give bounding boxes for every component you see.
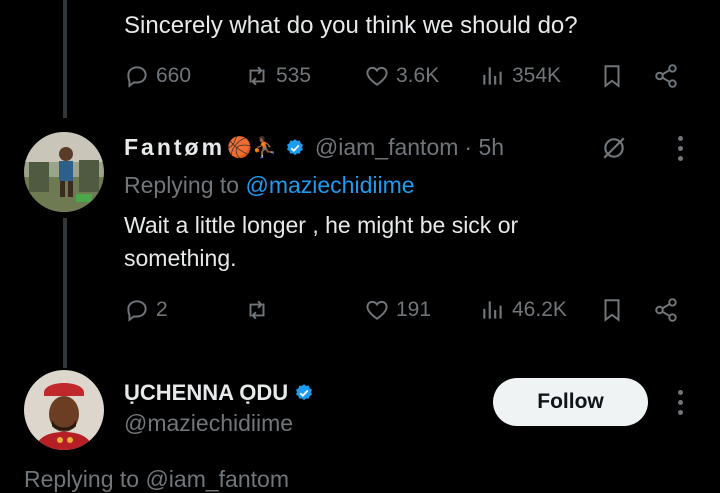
- bookmark-button[interactable]: [598, 62, 626, 90]
- replying-to-label: Replying to: [124, 172, 240, 198]
- handle-fantom[interactable]: @iam_fantom: [315, 134, 459, 161]
- views-button[interactable]: 354K: [480, 62, 561, 90]
- grok-button[interactable]: [600, 134, 628, 162]
- follow-button[interactable]: Follow: [493, 378, 648, 426]
- like-button-2[interactable]: 191: [364, 296, 431, 324]
- thread-line-top: [63, 0, 67, 118]
- reply-button-2[interactable]: 2: [124, 296, 168, 324]
- share-icon: [655, 298, 677, 322]
- share-button[interactable]: [652, 62, 680, 90]
- like-button[interactable]: 3.6K: [364, 62, 439, 90]
- bookmark-button-2[interactable]: [598, 296, 626, 324]
- retweet-button-2[interactable]: [244, 296, 276, 324]
- replying-to-line: Replying to @maziechidiime: [124, 172, 415, 199]
- views-count-2: 46.2K: [512, 298, 567, 321]
- avatar-uchenna[interactable]: [24, 370, 104, 450]
- retweet-icon: [249, 300, 265, 320]
- tweet-text: Sincerely what do you think we should do…: [124, 12, 578, 39]
- heart-icon: [366, 300, 388, 320]
- display-name-uchenna[interactable]: ỤCHENNA ỌDU: [124, 380, 288, 406]
- author-name-line: ỤCHENNA ỌDU: [124, 380, 314, 406]
- views-icon: [483, 301, 502, 319]
- retweet-button[interactable]: 535: [244, 62, 311, 90]
- share-icon: [655, 64, 677, 88]
- retweet-count: 535: [276, 64, 312, 87]
- avatar-fantom[interactable]: [24, 132, 104, 212]
- reply-icon: [127, 300, 147, 322]
- reply-count-2: 2: [156, 298, 168, 321]
- more-options-icon-2[interactable]: [676, 390, 684, 415]
- views-icon: [483, 67, 502, 85]
- like-count: 3.6K: [396, 64, 440, 87]
- reply-author-line: Fantøm 🏀⛹🏾 @iam_fantom · 5h: [124, 134, 504, 161]
- grok-icon: [603, 137, 625, 159]
- heart-icon: [366, 66, 388, 86]
- retweet-icon: [249, 66, 265, 86]
- reply-count: 660: [156, 64, 192, 87]
- thread-line-middle: [63, 218, 67, 368]
- bookmark-icon: [604, 299, 620, 322]
- reply-icon: [127, 66, 147, 88]
- reply-text-line2: something.: [124, 245, 237, 271]
- verified-badge-icon: [296, 384, 313, 401]
- views-button-2[interactable]: 46.2K: [480, 296, 567, 324]
- name-emojis: 🏀⛹🏾: [227, 137, 277, 159]
- views-count: 354K: [512, 64, 562, 87]
- like-count-2: 191: [396, 298, 432, 321]
- verified-badge-icon: [286, 138, 303, 155]
- replying-to-handle[interactable]: @maziechidiime: [245, 172, 414, 198]
- handle-uchenna[interactable]: @maziechidiime: [124, 410, 293, 437]
- reply-text-line1: Wait a little longer , he might be sick …: [124, 212, 519, 238]
- more-options-icon[interactable]: [676, 136, 684, 161]
- display-name-fantom[interactable]: Fantøm: [124, 134, 225, 161]
- share-button-2[interactable]: [652, 296, 680, 324]
- reply-button[interactable]: 660: [124, 62, 191, 90]
- bookmark-icon: [604, 65, 620, 88]
- tweet-time[interactable]: · 5h: [464, 134, 504, 161]
